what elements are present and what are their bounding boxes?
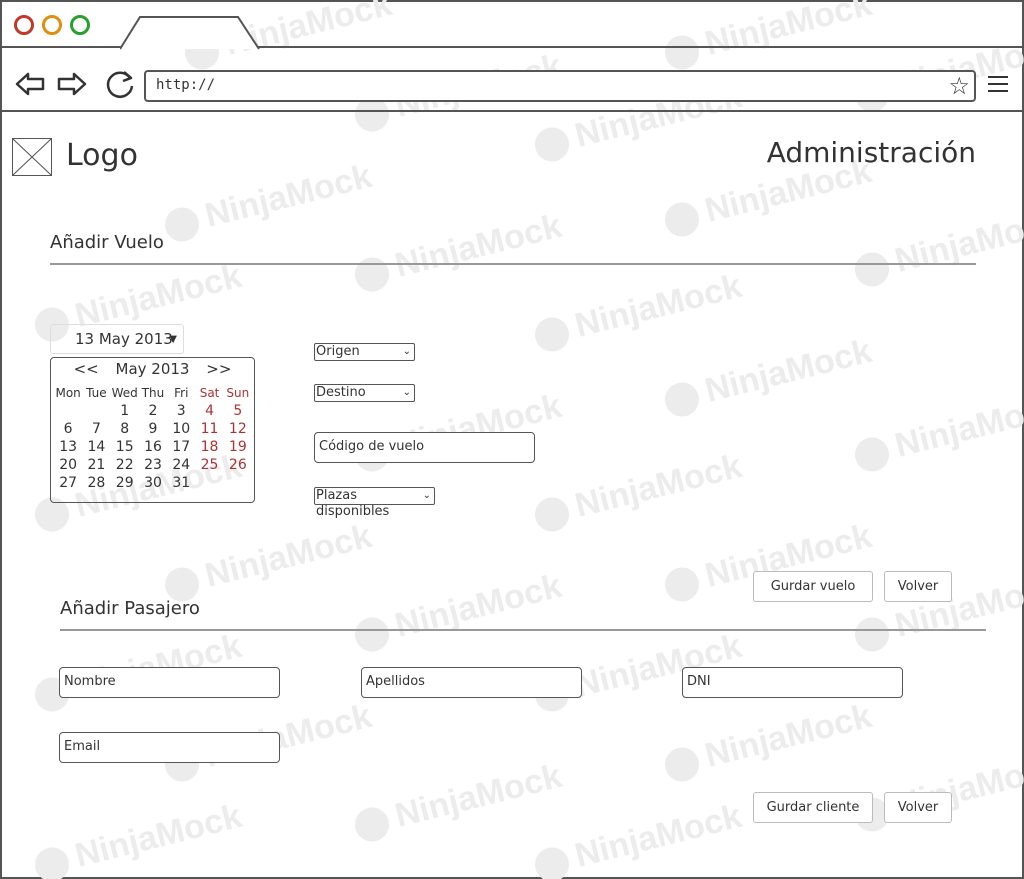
url-input[interactable]: http:// ☆ (144, 70, 976, 102)
calendar-day[interactable]: 15 (111, 438, 139, 456)
menu-icon[interactable] (988, 76, 1008, 92)
minimize-window-button[interactable] (42, 15, 62, 35)
flight-section-title: Añadir Vuelo (50, 232, 164, 253)
chevron-down-icon: ⌄ (422, 490, 431, 501)
calendar-day[interactable]: 19 (224, 438, 252, 456)
calendar-day[interactable]: 26 (224, 456, 252, 474)
forward-arrow-icon[interactable] (56, 68, 88, 100)
calendar-day[interactable]: 30 (139, 474, 167, 492)
calendar-day[interactable]: 28 (82, 474, 110, 492)
weekday-label: Mon (55, 386, 81, 400)
page-title: Administración (766, 136, 976, 169)
save-flight-button[interactable]: Gurdar vuelo (753, 571, 873, 602)
calendar-weekday-row: Mon Tue Wed Thu Fri Sat Sun (54, 384, 252, 402)
weekday-label: Wed (111, 386, 138, 400)
calendar-day[interactable]: 27 (54, 474, 82, 492)
dropdown-caret-icon: ▼ (169, 334, 177, 345)
calendar-next-button[interactable]: >> (206, 360, 231, 378)
chevron-down-icon: ⌄ (402, 346, 411, 357)
passenger-back-button[interactable]: Volver (884, 792, 952, 823)
date-value: 13 May 2013 (75, 330, 173, 348)
logo-text: Logo (66, 138, 138, 173)
passenger-section-divider (60, 629, 986, 631)
calendar-day[interactable]: 20 (54, 456, 82, 474)
weekday-label: Tue (86, 386, 107, 400)
calendar-header: << May 2013 >> (51, 360, 254, 378)
calendar-day[interactable]: 10 (167, 420, 195, 438)
calendar-day[interactable]: 5 (224, 402, 252, 420)
logo-placeholder-icon (12, 138, 52, 176)
calendar-day[interactable]: 12 (224, 420, 252, 438)
reload-icon[interactable] (104, 68, 136, 100)
origin-select[interactable]: Origen ⌄ (314, 343, 415, 361)
calendar-day[interactable] (54, 402, 82, 420)
weekday-label: Sat (199, 386, 220, 400)
address-bar-row: http:// ☆ (2, 48, 1022, 112)
calendar-day[interactable]: 31 (167, 474, 195, 492)
seats-select-label: Plazas disponibles (316, 488, 390, 519)
weekday-label: Thu (141, 386, 165, 400)
star-icon[interactable]: ☆ (948, 73, 970, 99)
calendar-week-row: 13 14 15 16 17 18 19 (54, 438, 252, 456)
name-input[interactable]: Nombre (59, 667, 280, 698)
chevron-down-icon: ⌄ (402, 387, 411, 398)
calendar-day[interactable] (82, 402, 110, 420)
calendar-day[interactable]: 17 (167, 438, 195, 456)
url-text: http:// (156, 77, 216, 93)
calendar-day[interactable]: 3 (167, 402, 195, 420)
weekday-label: Sun (226, 386, 250, 400)
back-arrow-icon[interactable] (14, 68, 46, 100)
seats-select[interactable]: Plazas disponibles ⌄ (314, 487, 435, 519)
calendar-day[interactable]: 16 (139, 438, 167, 456)
calendar-day[interactable]: 7 (82, 420, 110, 438)
calendar-day[interactable]: 4 (195, 402, 223, 420)
flight-code-input[interactable]: Código de vuelo (314, 432, 535, 463)
passenger-section-title: Añadir Pasajero (60, 598, 200, 619)
calendar-prev-button[interactable]: << (74, 360, 99, 378)
flight-section-divider (50, 263, 976, 265)
origin-select-label: Origen (316, 344, 360, 359)
save-client-button[interactable]: Gurdar cliente (753, 792, 873, 823)
calendar-week-row: 20 21 22 23 24 25 26 (54, 456, 252, 474)
surname-input[interactable]: Apellidos (361, 667, 582, 698)
maximize-window-button[interactable] (70, 15, 90, 35)
calendar-day[interactable]: 13 (54, 438, 82, 456)
date-picker-field[interactable]: 13 May 2013 ▼ (50, 324, 184, 354)
calendar-day[interactable]: 21 (82, 456, 110, 474)
calendar-day[interactable]: 8 (111, 420, 139, 438)
destination-select[interactable]: Destino ⌄ (314, 384, 415, 402)
calendar-day[interactable]: 18 (195, 438, 223, 456)
calendar-day[interactable]: 29 (111, 474, 139, 492)
calendar-day[interactable]: 11 (195, 420, 223, 438)
calendar-grid: Mon Tue Wed Thu Fri Sat Sun 1 2 3 4 5 6 … (54, 384, 252, 492)
calendar-day[interactable] (224, 474, 252, 492)
calendar-day[interactable]: 25 (195, 456, 223, 474)
calendar-day[interactable]: 6 (54, 420, 82, 438)
calendar-day[interactable]: 9 (139, 420, 167, 438)
calendar-day[interactable]: 1 (111, 402, 139, 420)
title-bar (2, 2, 1022, 50)
calendar: << May 2013 >> Mon Tue Wed Thu Fri Sat S… (50, 357, 255, 503)
calendar-day[interactable]: 22 (111, 456, 139, 474)
calendar-week-row: 1 2 3 4 5 (54, 402, 252, 420)
calendar-day[interactable]: 14 (82, 438, 110, 456)
email-input[interactable]: Email (59, 732, 280, 763)
calendar-week-row: 6 7 8 9 10 11 12 (54, 420, 252, 438)
calendar-day[interactable] (195, 474, 223, 492)
browser-window: NinjaMock NinjaMock NinjaMock NinjaMock … (0, 0, 1024, 879)
page-content: Logo Administración Añadir Vuelo 13 May … (2, 114, 1022, 879)
destination-select-label: Destino (316, 385, 366, 400)
weekday-label: Fri (174, 386, 189, 400)
calendar-week-row: 27 28 29 30 31 (54, 474, 252, 492)
browser-tab[interactable] (119, 16, 260, 50)
close-window-button[interactable] (14, 15, 34, 35)
dni-input[interactable]: DNI (682, 667, 903, 698)
calendar-day[interactable]: 2 (139, 402, 167, 420)
calendar-day[interactable]: 24 (167, 456, 195, 474)
calendar-day[interactable]: 23 (139, 456, 167, 474)
calendar-month-label: May 2013 (115, 360, 190, 378)
flight-back-button[interactable]: Volver (884, 571, 952, 602)
